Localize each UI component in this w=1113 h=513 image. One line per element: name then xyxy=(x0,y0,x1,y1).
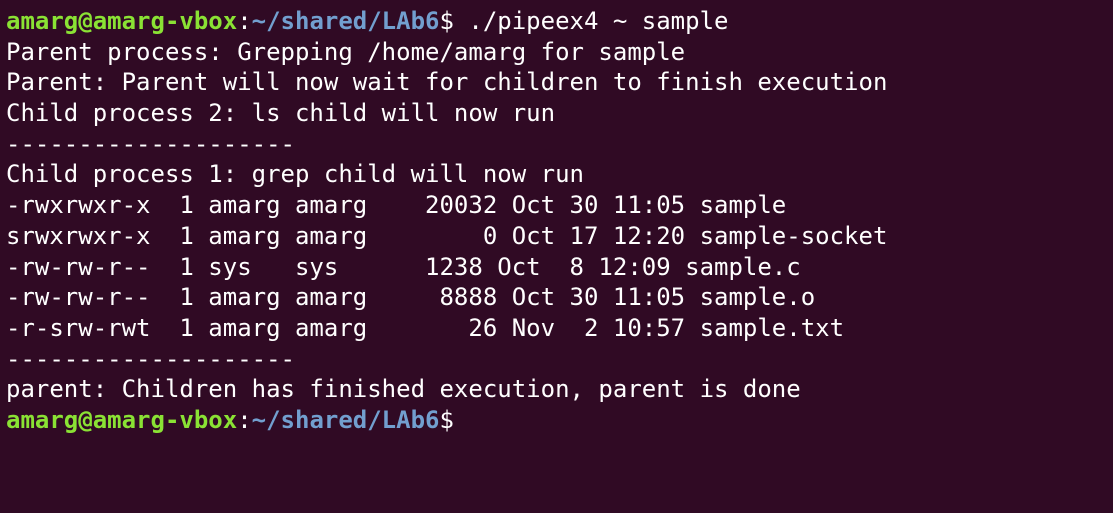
text-cursor xyxy=(454,407,467,433)
terminal-window[interactable]: amarg@amarg-vbox:~/shared/LAb6$ ./pipeex… xyxy=(0,0,1113,513)
separator-line: -------------------- xyxy=(6,344,295,373)
prompt-user-host: amarg@amarg-vbox xyxy=(6,7,238,35)
command-line: amarg@amarg-vbox:~/shared/LAb6$ ./pipeex… xyxy=(6,6,1113,37)
command-text: ./pipeex4 ~ sample xyxy=(453,7,729,35)
prompt-dollar: $ xyxy=(439,7,454,35)
prompt-colon: : xyxy=(237,7,252,35)
prompt-path: ~/shared/LAb6 xyxy=(251,405,440,434)
final-prompt-line[interactable]: amarg@amarg-vbox:~/shared/LAb6$ xyxy=(6,405,1113,436)
output-line: parent: Children has finished execution,… xyxy=(6,375,801,404)
file-listing-row: -rw-rw-r-- 1 amarg amarg 8888 Oct 30 11:… xyxy=(6,283,816,312)
prompt-user-host: amarg@amarg-vbox xyxy=(6,405,238,434)
file-listing-row: -rw-rw-r-- 1 sys sys 1238 Oct 8 12:09 sa… xyxy=(6,252,801,281)
prompt-path: ~/shared/LAb6 xyxy=(251,7,440,35)
prompt-dollar: $ xyxy=(439,405,454,434)
output-line: Parent process: Grepping /home/amarg for… xyxy=(6,37,686,66)
file-listing-row: -r-srw-rwt 1 amarg amarg 26 Nov 2 10:57 … xyxy=(6,313,845,342)
output-line: Child process 2: ls child will now run xyxy=(6,99,556,128)
separator-line: -------------------- xyxy=(6,129,295,158)
prompt-colon: : xyxy=(237,405,252,434)
output-line: Parent: Parent will now wait for childre… xyxy=(6,68,888,97)
file-listing-row: srwxrwxr-x 1 amarg amarg 0 Oct 17 12:20 … xyxy=(6,221,888,250)
file-listing-row: -rwxrwxr-x 1 amarg amarg 20032 Oct 30 11… xyxy=(6,191,787,220)
output-line: Child process 1: grep child will now run xyxy=(6,160,584,189)
